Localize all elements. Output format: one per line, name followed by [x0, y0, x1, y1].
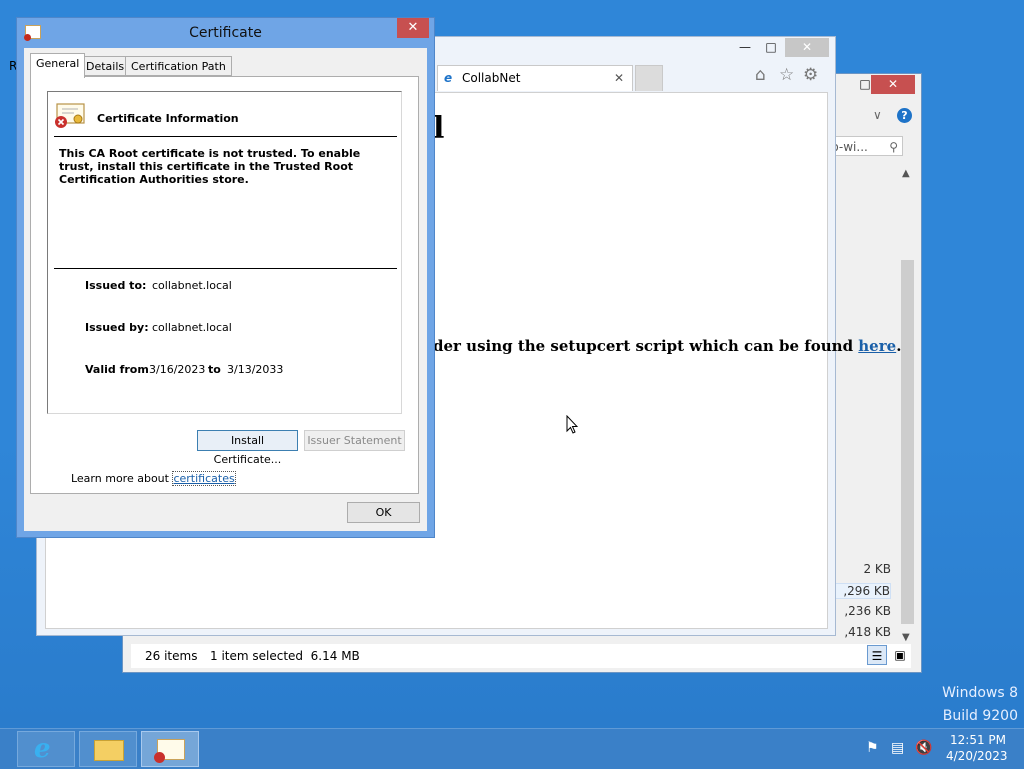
learn-more-prefix: Learn more about	[70, 472, 173, 485]
install-certificate-button[interactable]: Install Certificate...	[197, 430, 298, 466]
explorer-status-bar: 26 items 1 item selected 6.14 MB ☰ ▣	[131, 644, 911, 668]
here-link[interactable]: here	[858, 337, 896, 355]
tab-details[interactable]: Details	[80, 56, 131, 76]
mouse-cursor-icon	[566, 414, 579, 437]
clock-date[interactable]: 4/20/2023	[946, 749, 1008, 763]
ok-button[interactable]: OK	[347, 502, 420, 523]
clock-time[interactable]: 12:51 PM	[950, 733, 1006, 747]
search-icon: ⚲	[889, 140, 898, 154]
help-icon[interactable]: ?	[897, 108, 912, 123]
expand-ribbon-icon[interactable]: ∨	[873, 108, 882, 122]
scroll-up-icon[interactable]: ▲	[902, 168, 910, 179]
ie-page-icon: e	[444, 71, 453, 85]
dialog-title: Certificate	[189, 25, 262, 41]
valid-to-value: 3/13/2033	[227, 363, 284, 376]
settings-gear-icon[interactable]: ⚙	[803, 65, 818, 85]
instruction-body: der using the setupcert script which can…	[433, 337, 859, 355]
close-icon: ✕	[801, 40, 813, 54]
tab-general[interactable]: General	[30, 53, 86, 78]
issued-by-value: collabnet.local	[152, 321, 232, 334]
internet-explorer-icon: e	[34, 734, 51, 764]
heading-divider	[54, 136, 397, 137]
instruction-suffix: .	[896, 337, 902, 355]
close-icon: ✕	[887, 77, 899, 91]
certificates-link[interactable]: certificates	[172, 471, 236, 486]
explorer-scroll-thumb[interactable]	[901, 260, 914, 624]
maximize-icon: □	[765, 40, 777, 54]
tab-title: CollabNet	[462, 71, 521, 85]
issued-by-label: Issued by:	[85, 321, 149, 334]
issued-to-value: collabnet.local	[152, 279, 232, 292]
scroll-down-icon[interactable]: ▼	[902, 632, 910, 643]
untrusted-certificate-icon	[54, 102, 86, 129]
folder-icon	[94, 740, 124, 761]
issuer-statement-button[interactable]: Issuer Statement	[304, 430, 405, 451]
dialog-close-button[interactable]: ✕	[397, 18, 429, 38]
dialog-client-area: General Details Certification Path Certi…	[24, 48, 427, 531]
page-instruction-text: der using the setupcert script which can…	[433, 337, 901, 355]
certificate-info-heading: Certificate Information	[97, 112, 239, 125]
network-icon[interactable]: ▤	[891, 740, 904, 756]
certificate-dialog[interactable]: Certificate ✕ General Details Certificat…	[16, 17, 435, 538]
valid-from-label: Valid from	[85, 363, 149, 376]
item-count: 26 items	[145, 649, 198, 663]
selection-info: 1 item selected 6.14 MB	[210, 649, 360, 663]
valid-to-label: to	[208, 363, 221, 376]
tab-close-icon[interactable]: ✕	[614, 66, 624, 90]
details-view-icon[interactable]: ☰	[867, 645, 887, 665]
error-badge-icon	[154, 752, 165, 763]
browser-tab-collabnet[interactable]: e CollabNet ✕	[437, 65, 633, 91]
learn-more-text: Learn more about certificates	[43, 459, 236, 498]
volume-muted-icon[interactable]: 🔇	[915, 740, 932, 756]
details-divider	[54, 268, 397, 269]
explorer-close-button[interactable]: ✕	[871, 75, 915, 94]
action-center-flag-icon[interactable]: ⚑	[866, 740, 879, 756]
new-tab-button[interactable]	[635, 65, 663, 91]
trust-warning-text: This CA Root certificate is not trusted.…	[59, 147, 361, 186]
taskbar-certificate[interactable]	[141, 731, 199, 767]
large-icons-view-icon[interactable]: ▣	[891, 645, 909, 665]
certificate-info-box: Certificate Information This CA Root cer…	[47, 91, 402, 414]
taskbar: e ⚑ ▤ 🔇 12:51 PM 4/20/2023	[0, 728, 1024, 769]
favorites-star-icon[interactable]: ☆	[779, 65, 794, 85]
home-icon[interactable]: ⌂	[755, 65, 766, 85]
issued-to-label: Issued to:	[85, 279, 147, 292]
os-watermark-name: Windows 8	[942, 685, 1018, 701]
tab-certification-path[interactable]: Certification Path	[125, 56, 232, 76]
maximize-icon: □	[859, 77, 871, 91]
close-icon: ✕	[407, 20, 419, 35]
taskbar-internet-explorer[interactable]: e	[17, 731, 75, 767]
os-watermark-build: Build 9200	[942, 708, 1018, 724]
valid-from-value: 3/16/2023	[149, 363, 206, 376]
browser-close-button[interactable]: ✕	[785, 38, 829, 57]
taskbar-file-explorer[interactable]	[79, 731, 137, 767]
general-tab-panel: Certificate Information This CA Root cer…	[30, 76, 419, 494]
